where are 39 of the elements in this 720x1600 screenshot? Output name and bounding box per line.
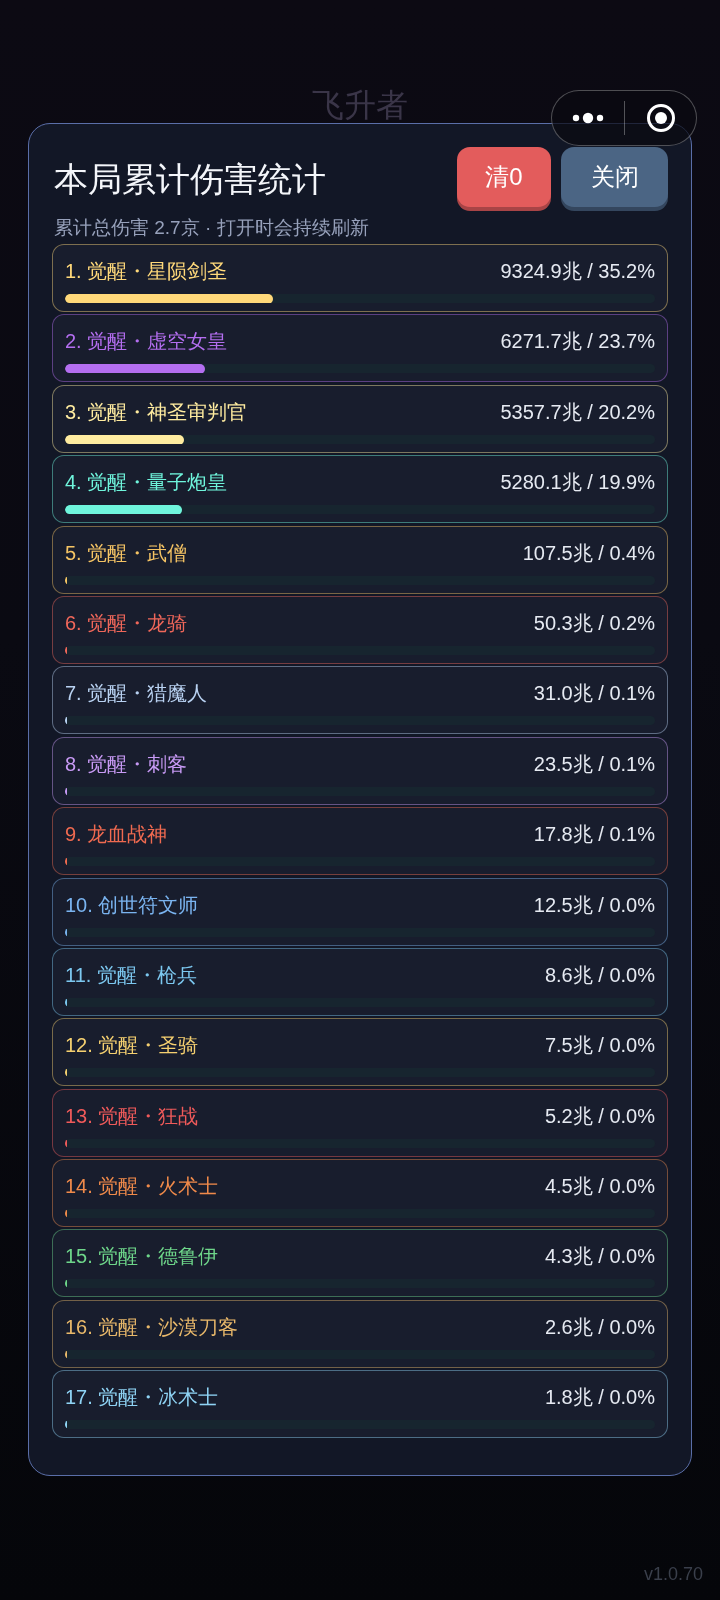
character-name: 13. 觉醒・狂战: [65, 1103, 199, 1129]
damage-value: 5.2兆 / 0.0%: [544, 1103, 655, 1129]
damage-value: 31.0兆 / 0.1%: [533, 681, 655, 707]
dialog-title: 本局累计伤害统计: [54, 159, 326, 199]
summary-text: 累计总伤害 2.7京 · 打开时会持续刷新: [54, 216, 370, 240]
character-name: 4. 觉醒・量子炮皇: [65, 470, 228, 496]
version-label: v1.0.70: [643, 1563, 703, 1585]
character-name: 16. 觉醒・沙漠刀客: [65, 1314, 239, 1340]
damage-value: 5357.7兆 / 20.2%: [500, 399, 655, 425]
character-name: 3. 觉醒・神圣审判官: [65, 399, 248, 425]
character-name: 6. 觉醒・龙骑: [65, 610, 188, 636]
damage-value: 6271.7兆 / 23.7%: [500, 329, 655, 355]
damage-value: 8.6兆 / 0.0%: [544, 962, 655, 988]
damage-value: 50.3兆 / 0.2%: [533, 610, 655, 636]
more-icon[interactable]: [572, 112, 605, 124]
damage-value: 23.5兆 / 0.1%: [533, 751, 655, 777]
damage-value: 1.8兆 / 0.0%: [544, 1385, 655, 1411]
damage-value: 7.5兆 / 0.0%: [544, 1033, 655, 1059]
damage-value: 107.5兆 / 0.4%: [522, 540, 655, 566]
character-name: 10. 创世符文师: [65, 892, 199, 918]
damage-value: 17.8兆 / 0.1%: [533, 822, 655, 848]
character-name: 17. 觉醒・冰术士: [65, 1385, 219, 1411]
damage-value: 12.5兆 / 0.0%: [533, 892, 655, 918]
character-name: 1. 觉醒・星陨剑圣: [65, 259, 228, 284]
character-name: 15. 觉醒・德鲁伊: [65, 1244, 219, 1270]
character-name: 9. 龙血战神: [65, 822, 168, 848]
character-name: 11. 觉醒・枪兵: [65, 962, 197, 988]
circle-dot-icon[interactable]: [645, 103, 676, 133]
character-name: 8. 觉醒・刺客: [65, 751, 188, 777]
character-name: 12. 觉醒・圣骑: [65, 1033, 199, 1059]
character-name: 7. 觉醒・猎魔人: [65, 681, 208, 707]
damage-value: 9324.9兆 / 35.2%: [500, 259, 655, 284]
damage-value: 5280.1兆 / 19.9%: [500, 470, 655, 496]
damage-value: 4.3兆 / 0.0%: [544, 1244, 655, 1270]
character-name: 14. 觉醒・火术士: [65, 1174, 219, 1200]
damage-value: 4.5兆 / 0.0%: [544, 1174, 655, 1200]
damage-value: 2.6兆 / 0.0%: [544, 1314, 655, 1340]
character-name: 2. 觉醒・虚空女皇: [65, 329, 228, 355]
character-name: 5. 觉醒・武僧: [65, 540, 188, 566]
